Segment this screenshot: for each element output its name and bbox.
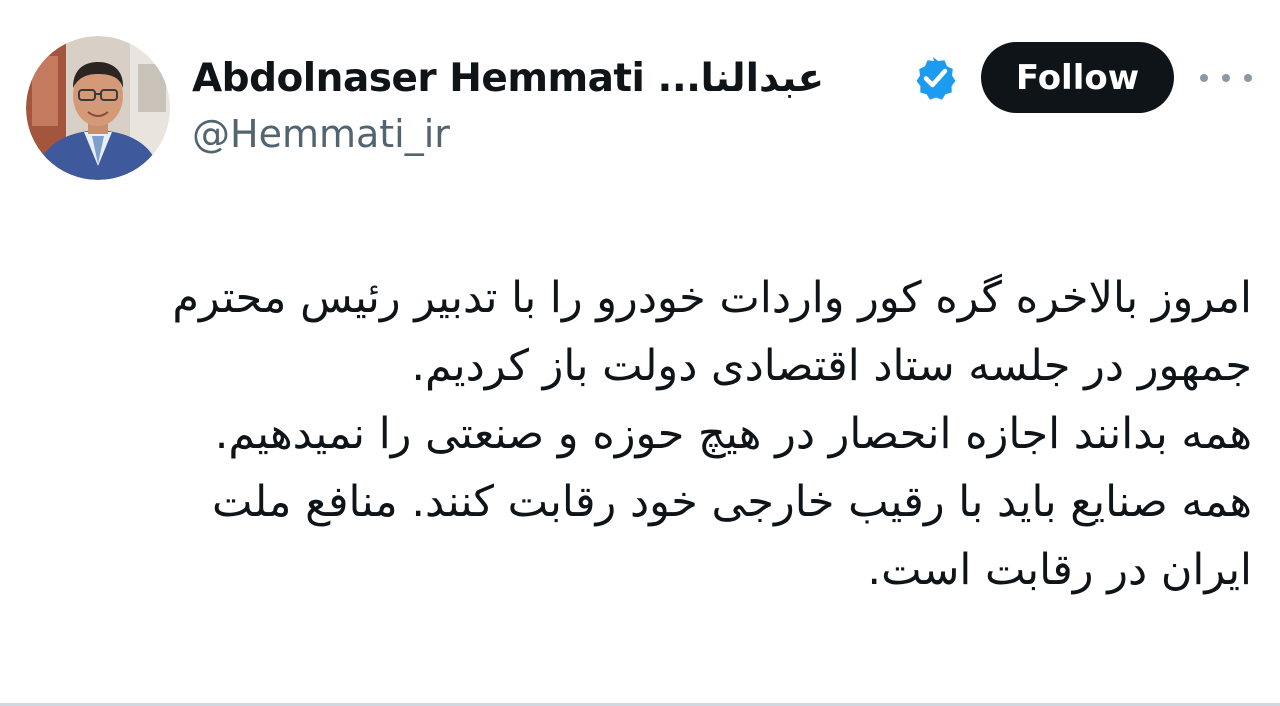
handle[interactable]: @Hemmati_ir bbox=[192, 112, 450, 156]
tweet-line: ایران در رقابت است. bbox=[867, 545, 1252, 595]
more-options-icon[interactable] bbox=[1200, 60, 1252, 96]
tweet-text: امروز بالاخره گره کور واردات خودرو را با… bbox=[22, 264, 1252, 604]
follow-button[interactable]: Follow bbox=[981, 42, 1174, 113]
more-dot bbox=[1222, 74, 1230, 82]
tweet-line: همه بدانند اجازه انحصار در هیچ حوزه و صن… bbox=[214, 409, 1252, 459]
tweet-line: همه صنایع باید با رقیب خارجی خود رقابت ک… bbox=[211, 477, 1252, 527]
display-name[interactable]: Abdolnaser Hemmati ...عبدالنا bbox=[192, 56, 825, 101]
verified-badge-icon[interactable] bbox=[912, 54, 960, 102]
tweet-line: جمهور در جلسه ستاد اقتصادی دولت باز کردی… bbox=[411, 341, 1252, 391]
more-dot bbox=[1200, 74, 1208, 82]
tweet-card: Abdolnaser Hemmati ...عبدالنا @Hemmati_i… bbox=[0, 0, 1280, 706]
tweet-line: امروز بالاخره گره کور واردات خودرو را با… bbox=[172, 273, 1252, 323]
avatar[interactable] bbox=[26, 36, 170, 180]
profile-photo-icon bbox=[26, 36, 170, 180]
more-dot bbox=[1244, 74, 1252, 82]
name-row: Abdolnaser Hemmati ...عبدالنا bbox=[192, 50, 825, 106]
